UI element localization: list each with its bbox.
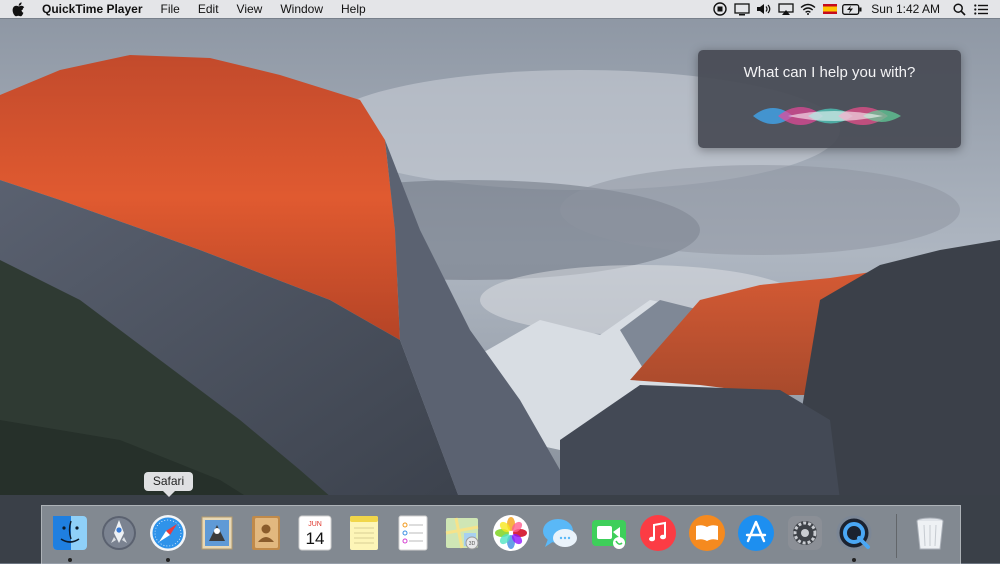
- quicktime-icon: [836, 515, 872, 551]
- menubar-clock[interactable]: Sun 1:42 AM: [863, 0, 948, 18]
- maps-icon: 3D: [445, 517, 479, 550]
- battery-icon[interactable]: [841, 0, 863, 18]
- facetime-icon: [592, 520, 626, 549]
- photos-icon: [493, 515, 529, 551]
- messages-icon: [543, 519, 577, 547]
- notification-center-icon[interactable]: [970, 0, 992, 18]
- dock-messages[interactable]: [540, 513, 580, 553]
- dock-safari[interactable]: [148, 513, 188, 553]
- record-icon[interactable]: [709, 0, 731, 18]
- menu-edit[interactable]: Edit: [189, 0, 228, 18]
- dock-reminders[interactable]: [393, 513, 433, 553]
- gear-icon: [788, 516, 822, 550]
- dock-facetime[interactable]: [589, 513, 629, 553]
- siri-panel: What can I help you with?: [698, 50, 961, 148]
- trash-icon: [916, 517, 944, 550]
- ibooks-icon: [689, 515, 725, 551]
- menu-window[interactable]: Window: [271, 0, 332, 18]
- dock-mail[interactable]: [197, 513, 237, 553]
- mail-icon: [201, 516, 233, 550]
- menu-view[interactable]: View: [228, 0, 272, 18]
- dock-maps[interactable]: 3D: [442, 513, 482, 553]
- contacts-icon: [252, 516, 280, 550]
- siri-prompt: What can I help you with?: [743, 64, 916, 81]
- running-indicator: [166, 558, 170, 562]
- dock-trash[interactable]: [910, 513, 950, 553]
- search-icon[interactable]: [948, 0, 970, 18]
- calendar-month: JUN: [308, 521, 322, 528]
- flag-icon[interactable]: [819, 0, 841, 18]
- finder-icon: [53, 516, 87, 550]
- reminders-icon: [398, 515, 428, 551]
- dock-ibooks[interactable]: [687, 513, 727, 553]
- dock-contacts[interactable]: [246, 513, 286, 553]
- menu-bar: QuickTime Player File Edit View Window H…: [0, 0, 1000, 18]
- dock: JUN 14 3D: [41, 505, 961, 564]
- dock-app-store[interactable]: [736, 513, 776, 553]
- dock-itunes[interactable]: [638, 513, 678, 553]
- siri-waveform-icon: [713, 107, 946, 125]
- dock-finder[interactable]: [50, 513, 90, 553]
- launchpad-icon: [102, 516, 136, 550]
- apple-icon[interactable]: [12, 1, 28, 17]
- dock-separator: [896, 514, 897, 558]
- dock-calendar[interactable]: JUN 14: [295, 513, 335, 553]
- airplay-icon[interactable]: [775, 0, 797, 18]
- volume-icon[interactable]: [753, 0, 775, 18]
- app-menu[interactable]: QuickTime Player: [42, 0, 152, 18]
- calendar-icon: JUN 14: [298, 515, 332, 551]
- display-icon[interactable]: [731, 0, 753, 18]
- running-indicator: [68, 558, 72, 562]
- svg-text:3D: 3D: [469, 541, 476, 547]
- safari-icon: [150, 515, 186, 551]
- dock-notes[interactable]: [344, 513, 384, 553]
- wifi-icon[interactable]: [797, 0, 819, 18]
- menu-file[interactable]: File: [152, 0, 189, 18]
- calendar-day: 14: [306, 529, 325, 548]
- menu-help[interactable]: Help: [332, 0, 375, 18]
- dock-photos[interactable]: [491, 513, 531, 553]
- running-indicator: [852, 558, 856, 562]
- dock-tooltip: Safari: [144, 472, 193, 497]
- itunes-icon: [640, 515, 676, 551]
- dock-system-preferences[interactable]: [785, 513, 825, 553]
- app-store-icon: [738, 515, 774, 551]
- notes-icon: [350, 516, 378, 550]
- dock-launchpad[interactable]: [99, 513, 139, 553]
- dock-quicktime[interactable]: [834, 513, 874, 553]
